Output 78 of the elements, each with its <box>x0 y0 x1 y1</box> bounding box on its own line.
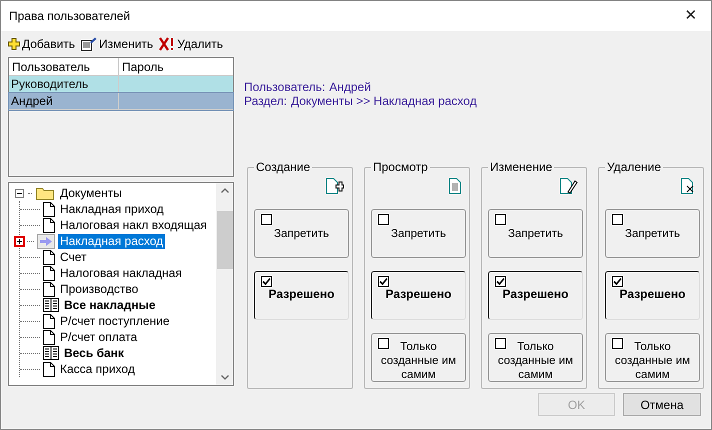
tree-item[interactable]: Счет <box>58 250 89 264</box>
option-toggle[interactable]: Запретить <box>488 209 583 258</box>
scroll-up-icon[interactable] <box>220 188 228 193</box>
option-toggle[interactable]: Разрешено <box>371 271 466 320</box>
checkbox[interactable] <box>261 214 272 225</box>
document-icon <box>43 282 55 296</box>
checked-checkbox[interactable] <box>612 276 623 287</box>
document-icon <box>43 330 55 344</box>
book-icon <box>43 346 59 360</box>
group-title: Изменение <box>488 160 554 174</box>
collapse-icon[interactable] <box>15 188 24 198</box>
column-header[interactable]: Пароль <box>119 58 233 75</box>
tree-item[interactable]: Налоговая накл входящая <box>58 218 209 232</box>
scrollbar[interactable] <box>216 183 233 385</box>
checkbox[interactable] <box>378 338 389 349</box>
tree-item[interactable]: Р/счет поступление <box>58 314 172 328</box>
tree-item[interactable]: Весь банк <box>62 346 126 360</box>
scroll-down-icon[interactable] <box>220 375 228 380</box>
document-icon <box>43 266 55 280</box>
document-icon <box>43 362 55 376</box>
scroll-thumb[interactable] <box>216 211 232 269</box>
document-icon <box>43 218 55 232</box>
dialog-button[interactable]: Отмена <box>623 393 701 416</box>
arrow-icon <box>37 234 55 248</box>
group-title: Создание <box>254 160 312 174</box>
checked-checkbox[interactable] <box>378 276 389 287</box>
checked-checkbox[interactable] <box>261 276 272 287</box>
option-toggle[interactable]: Разрешено <box>488 271 583 320</box>
document-edit-icon <box>81 37 98 51</box>
document-icon <box>43 250 55 264</box>
option-toggle[interactable]: Только созданные им самим <box>605 333 700 382</box>
tree-item[interactable]: Производство <box>58 282 140 296</box>
document-delete-icon <box>681 178 695 194</box>
table-row[interactable]: Андрей <box>9 93 233 110</box>
option-toggle[interactable]: Только созданные им самим <box>488 333 583 382</box>
info-value: Андрей <box>329 80 371 94</box>
checkbox[interactable] <box>378 214 389 225</box>
plus-icon <box>8 38 20 50</box>
group-title: Удаление <box>605 160 664 174</box>
option-toggle[interactable]: Запретить <box>254 209 349 258</box>
checkbox[interactable] <box>612 338 623 349</box>
document-edit-icon <box>560 178 578 194</box>
table-cell: Андрей <box>9 93 119 109</box>
tree-item[interactable]: Р/счет оплата <box>58 330 140 344</box>
expand-icon[interactable] <box>15 236 24 246</box>
option-toggle[interactable]: Разрешено <box>254 271 349 320</box>
book-icon <box>43 298 59 312</box>
option-toggle[interactable]: Запретить <box>371 209 466 258</box>
tree-item[interactable]: Накладная расход <box>58 234 166 248</box>
table-row[interactable]: Руководитель <box>9 76 233 93</box>
close-button[interactable]: ✕ <box>671 1 711 31</box>
tree-item[interactable]: Касса приход <box>58 362 137 376</box>
column-header[interactable]: Пользователь <box>9 58 119 75</box>
info-value: Документы >> Накладная расход <box>291 94 477 108</box>
group-title: Просмотр <box>371 160 430 174</box>
tree-item[interactable]: Все накладные <box>62 298 158 312</box>
tree-item[interactable]: Налоговая накладная <box>58 266 184 280</box>
checkbox[interactable] <box>495 338 506 349</box>
option-toggle[interactable]: Разрешено <box>605 271 700 320</box>
checkbox[interactable] <box>612 214 623 225</box>
checkbox[interactable] <box>495 214 506 225</box>
window-title: Права пользователей <box>9 8 130 25</box>
toolbar-button[interactable]: Добавить <box>8 35 76 53</box>
toolbar-button[interactable]: Изменить <box>81 35 154 53</box>
document-icon <box>43 202 55 216</box>
option-toggle[interactable]: Только созданные им самим <box>371 333 466 382</box>
toolbar-button[interactable]: Удалить <box>159 35 224 53</box>
document-icon <box>43 314 55 328</box>
document-icon <box>449 178 461 194</box>
tree-item[interactable]: Накладная приход <box>58 202 166 216</box>
info-label: Пользователь: <box>244 80 326 94</box>
folder-icon <box>36 186 54 200</box>
tree-item[interactable]: Документы <box>58 184 124 202</box>
option-toggle[interactable]: Запретить <box>605 209 700 258</box>
checked-checkbox[interactable] <box>495 276 506 287</box>
delete-icon <box>159 37 176 51</box>
info-label: Раздел: <box>244 94 287 108</box>
document-add-icon <box>326 178 344 194</box>
